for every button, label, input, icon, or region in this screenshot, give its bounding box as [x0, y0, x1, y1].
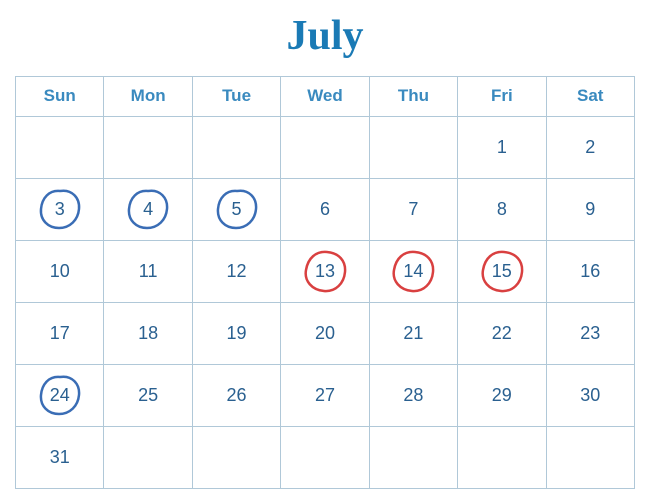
day-cell — [370, 427, 458, 489]
day-cell: 9 — [547, 179, 635, 241]
week-row: 17 18 19 20 21 22 23 — [16, 303, 635, 365]
day-cell: 7 — [370, 179, 458, 241]
day-name-label: Tue — [222, 86, 251, 106]
week-row: 24 25 26 27 28 29 30 — [16, 365, 635, 427]
day-cell: 21 — [370, 303, 458, 365]
day-number: 1 — [497, 137, 507, 158]
day-cell: 20 — [281, 303, 369, 365]
week-row: 10 11 12 13 14 15 16 — [16, 241, 635, 303]
day-cell: 2 — [547, 117, 635, 179]
day-cell: 13 — [281, 241, 369, 303]
day-cell: 15 — [458, 241, 546, 303]
day-cell — [193, 117, 281, 179]
header-cell-wed: Wed — [281, 77, 369, 117]
day-cell — [104, 117, 192, 179]
header-cell-tue: Tue — [193, 77, 281, 117]
day-number: 6 — [320, 199, 330, 220]
day-number: 18 — [138, 323, 158, 344]
day-name-label: Fri — [491, 86, 513, 106]
day-cell: 14 — [370, 241, 458, 303]
day-name-label: Mon — [131, 86, 166, 106]
header-cell-fri: Fri — [458, 77, 546, 117]
day-number: 30 — [580, 385, 600, 406]
day-cell: 31 — [16, 427, 104, 489]
day-cell: 27 — [281, 365, 369, 427]
day-cell: 6 — [281, 179, 369, 241]
day-cell: 18 — [104, 303, 192, 365]
day-number: 9 — [585, 199, 595, 220]
day-number: 22 — [492, 323, 512, 344]
day-number: 11 — [139, 261, 158, 282]
calendar-grid: SunMonTueWedThuFriSat1234567891011121314… — [15, 76, 635, 489]
day-cell: 22 — [458, 303, 546, 365]
day-number: 2 — [585, 137, 595, 158]
week-row: 3 4 5 6 7 8 9 — [16, 179, 635, 241]
day-number: 24 — [50, 385, 70, 406]
day-cell: 26 — [193, 365, 281, 427]
day-cell: 28 — [370, 365, 458, 427]
day-number: 19 — [227, 323, 247, 344]
day-number: 17 — [50, 323, 70, 344]
day-number: 26 — [227, 385, 247, 406]
day-cell: 5 — [193, 179, 281, 241]
day-cell: 25 — [104, 365, 192, 427]
day-number: 13 — [315, 261, 335, 282]
day-number: 3 — [55, 199, 65, 220]
day-cell — [104, 427, 192, 489]
day-cell — [370, 117, 458, 179]
day-cell: 4 — [104, 179, 192, 241]
header-cell-sat: Sat — [547, 77, 635, 117]
day-name-label: Wed — [307, 86, 343, 106]
day-number: 28 — [403, 385, 423, 406]
day-cell — [16, 117, 104, 179]
day-name-label: Sat — [577, 86, 603, 106]
day-cell: 8 — [458, 179, 546, 241]
day-cell — [281, 427, 369, 489]
day-cell: 24 — [16, 365, 104, 427]
week-row: 12 — [16, 117, 635, 179]
day-number: 10 — [50, 261, 70, 282]
day-cell: 10 — [16, 241, 104, 303]
day-cell: 16 — [547, 241, 635, 303]
day-cell — [193, 427, 281, 489]
day-cell: 29 — [458, 365, 546, 427]
day-cell: 11 — [104, 241, 192, 303]
calendar-title: July — [15, 12, 635, 60]
day-number: 4 — [143, 199, 153, 220]
header-cell-mon: Mon — [104, 77, 192, 117]
day-name-label: Thu — [398, 86, 429, 106]
day-number: 29 — [492, 385, 512, 406]
week-row: 31 — [16, 427, 635, 489]
day-number: 16 — [580, 261, 600, 282]
day-number: 21 — [403, 323, 423, 344]
day-cell: 1 — [458, 117, 546, 179]
day-cell — [281, 117, 369, 179]
day-number: 20 — [315, 323, 335, 344]
day-number: 23 — [580, 323, 600, 344]
day-cell: 17 — [16, 303, 104, 365]
day-number: 7 — [408, 199, 418, 220]
header-cell-thu: Thu — [370, 77, 458, 117]
day-number: 31 — [50, 447, 70, 468]
day-number: 5 — [232, 199, 242, 220]
day-cell: 3 — [16, 179, 104, 241]
day-number: 8 — [497, 199, 507, 220]
day-cell: 30 — [547, 365, 635, 427]
day-number: 14 — [403, 261, 423, 282]
day-cell — [458, 427, 546, 489]
day-number: 12 — [227, 261, 247, 282]
day-number: 15 — [492, 261, 512, 282]
day-number: 25 — [138, 385, 158, 406]
day-cell: 19 — [193, 303, 281, 365]
day-number: 27 — [315, 385, 335, 406]
day-cell: 12 — [193, 241, 281, 303]
day-cell — [547, 427, 635, 489]
header-cell-sun: Sun — [16, 77, 104, 117]
day-cell: 23 — [547, 303, 635, 365]
calendar: July SunMonTueWedThuFriSat12345678910111… — [15, 12, 635, 489]
day-name-label: Sun — [44, 86, 76, 106]
